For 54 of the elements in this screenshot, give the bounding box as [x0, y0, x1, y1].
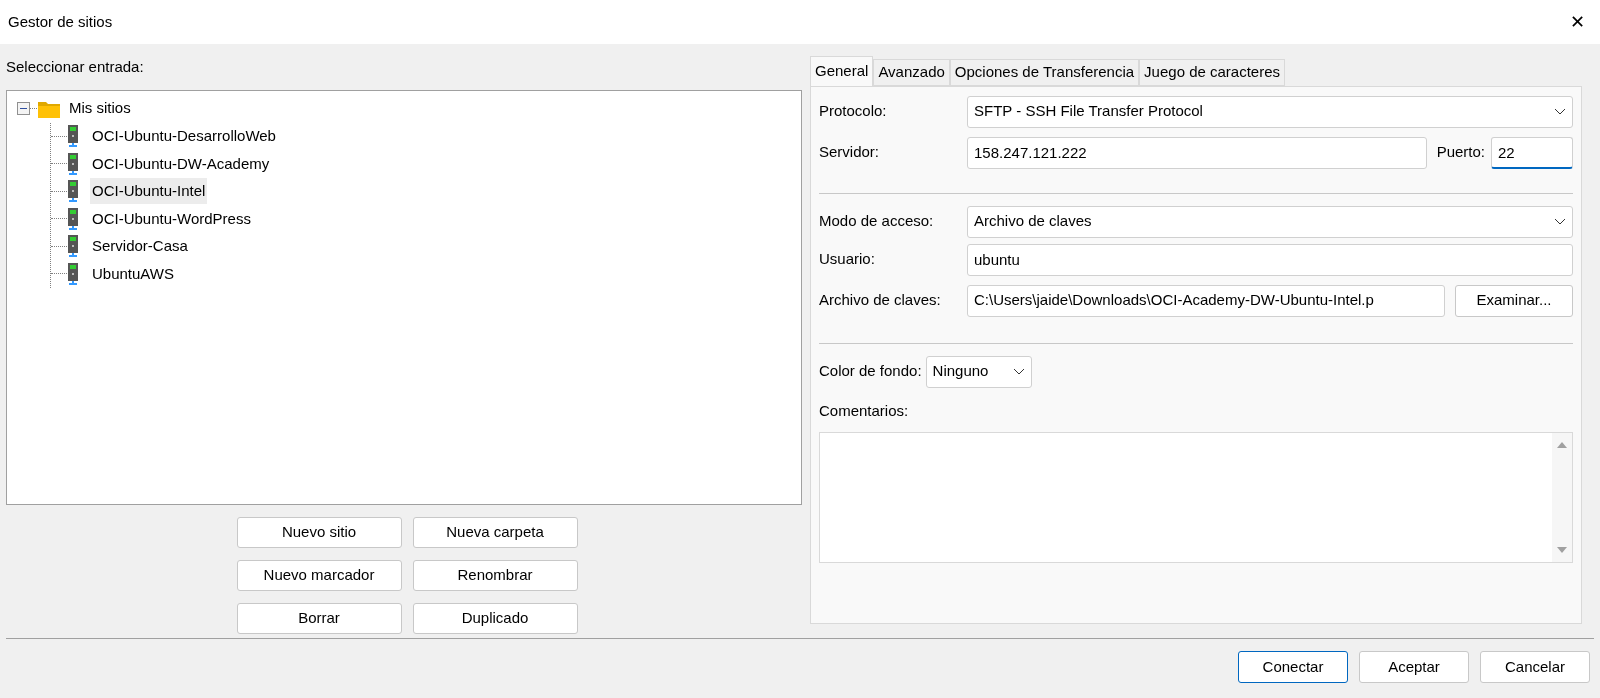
- server-icon: [67, 152, 79, 175]
- action-button[interactable]: Nuevo sitio: [236, 517, 402, 548]
- server-icon: [67, 207, 79, 230]
- browse-button[interactable]: Examinar...: [1455, 284, 1573, 317]
- tab[interactable]: Opciones de Transferencia: [949, 59, 1140, 86]
- tab[interactable]: Avanzado: [873, 59, 950, 86]
- server-icon: [67, 235, 79, 258]
- tab[interactable]: General: [810, 56, 874, 86]
- tree-item[interactable]: UbuntuAWS: [90, 260, 176, 287]
- field-label: Modo de acceso:: [819, 211, 935, 232]
- tree-item[interactable]: OCI-Ubuntu-DesarrolloWeb: [90, 123, 278, 150]
- field-label: Puerto:: [1436, 142, 1485, 163]
- section-label: Seleccionar entrada:: [6, 56, 145, 77]
- action-button[interactable]: Nuevo marcador: [236, 560, 402, 591]
- field-label: Comentarios:: [819, 401, 910, 421]
- dialog-button[interactable]: Cancelar: [1480, 651, 1590, 683]
- action-button[interactable]: Duplicado: [412, 603, 578, 634]
- dropdown[interactable]: Archivo de claves: [967, 205, 1573, 238]
- tree-item[interactable]: OCI-Ubuntu-DW-Academy: [90, 150, 272, 177]
- scrollbar[interactable]: [1552, 432, 1572, 562]
- action-button[interactable]: Renombrar: [412, 560, 578, 591]
- input-field[interactable]: C:\Users\jaide\Downloads\OCI-Academy-DW-Ubuntu-Intel.p: [967, 284, 1445, 317]
- field-label: Servidor:: [819, 142, 881, 163]
- dropdown-value: Archivo de claves: [974, 211, 1092, 232]
- field-label: Archivo de claves:: [819, 290, 942, 311]
- dropdown[interactable]: SFTP - SSH File Transfer Protocol: [967, 95, 1573, 128]
- comments-field[interactable]: [819, 431, 1573, 563]
- dialog-button[interactable]: Aceptar: [1359, 651, 1469, 683]
- field-label: Color de fondo:: [819, 361, 922, 382]
- tree-item[interactable]: Servidor-Casa: [90, 233, 190, 260]
- field-label: Protocolo:: [819, 101, 888, 122]
- dropdown-value: Ninguno: [932, 361, 989, 382]
- tree-item[interactable]: OCI-Ubuntu-Intel: [90, 178, 208, 205]
- chevron-down-icon: [1554, 107, 1566, 116]
- dropdown-value: SFTP - SSH File Transfer Protocol: [974, 101, 1203, 122]
- close-button[interactable]: ✕: [1554, 0, 1600, 44]
- dropdown[interactable]: Ninguno: [925, 355, 1032, 388]
- action-button[interactable]: Borrar: [236, 603, 402, 634]
- input-field[interactable]: ubuntu: [967, 243, 1573, 276]
- window-title: Gestor de sitios: [8, 11, 113, 32]
- action-button[interactable]: Nueva carpeta: [412, 517, 578, 548]
- server-icon: [67, 262, 79, 285]
- field-label: Usuario:: [819, 249, 876, 270]
- input-field[interactable]: 158.247.121.222: [967, 136, 1427, 169]
- server-icon: [67, 125, 79, 148]
- tree-item[interactable]: Mis sitios: [67, 97, 133, 120]
- dialog-button[interactable]: Conectar: [1238, 651, 1348, 683]
- tab[interactable]: Juego de caracteres: [1139, 59, 1286, 86]
- input-field[interactable]: 22: [1491, 136, 1573, 169]
- collapse-toggle[interactable]: [17, 102, 30, 116]
- server-icon: [67, 180, 79, 203]
- chevron-down-icon: [1012, 367, 1025, 376]
- tree-item[interactable]: OCI-Ubuntu-WordPress: [90, 205, 253, 232]
- chevron-down-icon: [1554, 217, 1566, 226]
